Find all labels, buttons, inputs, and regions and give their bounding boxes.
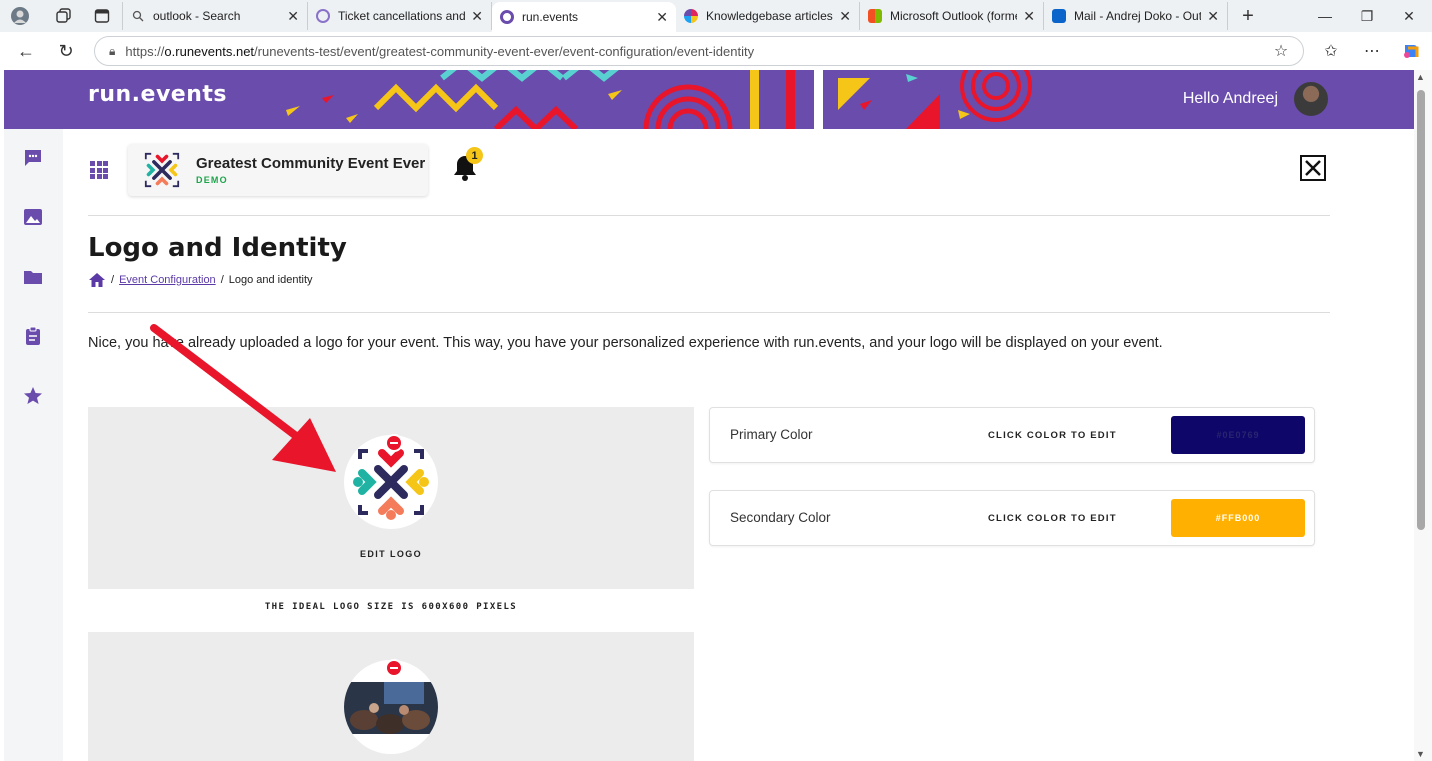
cover-image-panel[interactable] <box>88 632 694 761</box>
close-tab-icon[interactable]: ✕ <box>839 8 851 25</box>
browser-tab[interactable]: Ticket cancellations and n ✕ <box>308 2 492 30</box>
breadcrumb-link-event-configuration[interactable]: Event Configuration <box>119 274 216 286</box>
close-tab-icon[interactable]: ✕ <box>1023 8 1035 25</box>
header-divider <box>88 215 1330 216</box>
event-name: Greatest Community Event Ever <box>196 155 426 172</box>
breadcrumb-separator: / <box>220 274 224 286</box>
page-viewport: run.events Hello Andreej Greatest Commun… <box>4 70 1414 761</box>
color-edit-hint: CLICK COLOR TO EDIT <box>988 430 1117 441</box>
close-window-icon[interactable]: ✕ <box>1386 0 1432 32</box>
secondary-color-row: Secondary Color CLICK COLOR TO EDIT #FFB… <box>709 490 1315 546</box>
favorite-star-icon[interactable]: ☆ <box>1266 36 1296 66</box>
close-tab-icon[interactable]: ✕ <box>1207 8 1219 25</box>
chat-icon[interactable] <box>22 147 44 169</box>
restore-icon[interactable]: ❐ <box>1344 0 1390 32</box>
scroll-up-icon[interactable]: ▲ <box>1416 72 1425 82</box>
close-tab-icon[interactable]: ✕ <box>287 8 299 25</box>
event-selector[interactable]: Greatest Community Event Ever DEMO <box>128 144 428 196</box>
color-edit-hint: CLICK COLOR TO EDIT <box>988 513 1117 524</box>
logo-upload-panel[interactable]: EDIT LOGO <box>88 407 694 589</box>
close-tab-icon[interactable]: ✕ <box>656 9 668 26</box>
event-status-badge: DEMO <box>196 175 228 185</box>
tab-title: run.events <box>522 10 579 24</box>
url-field[interactable]: 🔒︎ https://o.runevents.net/runevents-tes… <box>94 36 1304 66</box>
clipboard-icon[interactable] <box>22 325 44 347</box>
profile-icon[interactable] <box>6 2 34 30</box>
home-icon[interactable] <box>88 272 106 288</box>
back-icon[interactable]: ← <box>8 33 44 69</box>
breadcrumb: / Event Configuration / Logo and identit… <box>88 272 313 288</box>
favorites-icon[interactable]: ✩ <box>1316 36 1346 66</box>
tab-title: outlook - Search <box>153 9 241 23</box>
tab-actions-icon[interactable] <box>88 2 116 30</box>
scroll-down-icon[interactable]: ▼ <box>1416 749 1425 759</box>
secondary-color-swatch[interactable]: #FFB000 <box>1171 499 1305 537</box>
close-icon[interactable] <box>1300 155 1326 181</box>
browser-tab[interactable]: Knowledgebase articles | r ✕ <box>676 2 860 30</box>
remove-logo-button[interactable] <box>385 434 403 452</box>
remove-cover-button[interactable] <box>385 659 403 677</box>
intro-text: Nice, you have already uploaded a logo f… <box>88 335 1163 351</box>
copilot-icon[interactable] <box>1396 36 1426 66</box>
edit-logo-button[interactable]: EDIT LOGO <box>88 549 694 559</box>
url-host: o.runevents.net <box>164 43 255 59</box>
url-path: /runevents-test/event/greatest-community… <box>254 43 755 59</box>
tab-title: Microsoft Outlook (forme <box>890 9 1018 23</box>
user-greeting: Hello Andreej <box>1182 90 1278 107</box>
more-icon[interactable]: ⋯ <box>1357 36 1387 66</box>
page-scrollbar[interactable]: ▲ ▼ <box>1414 70 1432 761</box>
star-icon[interactable] <box>22 385 44 407</box>
address-bar: ← ↻ 🔒︎ https://o.runevents.net/runevents… <box>0 32 1432 70</box>
event-logo-icon <box>144 152 180 188</box>
sidebar <box>4 129 63 761</box>
browser-tab[interactable]: Microsoft Outlook (forme ✕ <box>860 2 1044 30</box>
browser-tab-active[interactable]: run.events ✕ <box>492 2 676 32</box>
tab-title: Mail - Andrej Doko - Outl <box>1074 9 1202 23</box>
browser-tab[interactable]: Mail - Andrej Doko - Outl ✕ <box>1044 2 1228 30</box>
microsoft-favicon-icon <box>868 9 882 23</box>
avatar[interactable] <box>1292 80 1330 118</box>
breadcrumb-separator: / <box>111 274 115 286</box>
apps-grid-icon[interactable] <box>90 161 108 179</box>
knowledgebase-favicon-icon <box>684 9 698 23</box>
content-divider <box>88 312 1330 313</box>
tab-title: Knowledgebase articles | r <box>706 9 834 23</box>
lock-icon: 🔒︎ <box>109 43 116 58</box>
primary-color-label: Primary Color <box>730 427 813 442</box>
primary-color-swatch[interactable]: #0E0769 <box>1171 416 1305 454</box>
runevents-favicon-icon <box>316 9 330 23</box>
header-banner: run.events Hello Andreej <box>4 70 1414 129</box>
search-icon <box>131 9 145 23</box>
scroll-thumb[interactable] <box>1417 90 1425 530</box>
close-tab-icon[interactable]: ✕ <box>471 8 483 25</box>
reload-icon[interactable]: ↻ <box>48 33 84 69</box>
breadcrumb-current: Logo and identity <box>228 274 313 286</box>
outlook-favicon-icon <box>1052 9 1066 23</box>
new-tab-icon[interactable]: + <box>1234 2 1262 30</box>
primary-color-row: Primary Color CLICK COLOR TO EDIT #0E076… <box>709 407 1315 463</box>
secondary-color-label: Secondary Color <box>730 510 831 525</box>
runevents-favicon-icon <box>500 10 514 24</box>
browser-tab-bar: outlook - Search ✕ Ticket cancellations … <box>0 0 1432 32</box>
tab-title: Ticket cancellations and n <box>338 9 466 23</box>
brand-logo[interactable]: run.events <box>88 82 227 107</box>
page-title: Logo and Identity <box>88 233 347 263</box>
logo-size-hint: THE IDEAL LOGO SIZE IS 600X600 PIXELS <box>264 602 518 612</box>
folder-icon[interactable] <box>22 266 44 288</box>
browser-tab[interactable]: outlook - Search ✕ <box>122 2 308 30</box>
notification-count-badge: 1 <box>466 147 483 164</box>
url-scheme: https:// <box>125 43 165 59</box>
workspaces-icon[interactable] <box>50 2 78 30</box>
minimize-icon[interactable]: — <box>1302 0 1348 32</box>
image-icon[interactable] <box>22 206 44 228</box>
